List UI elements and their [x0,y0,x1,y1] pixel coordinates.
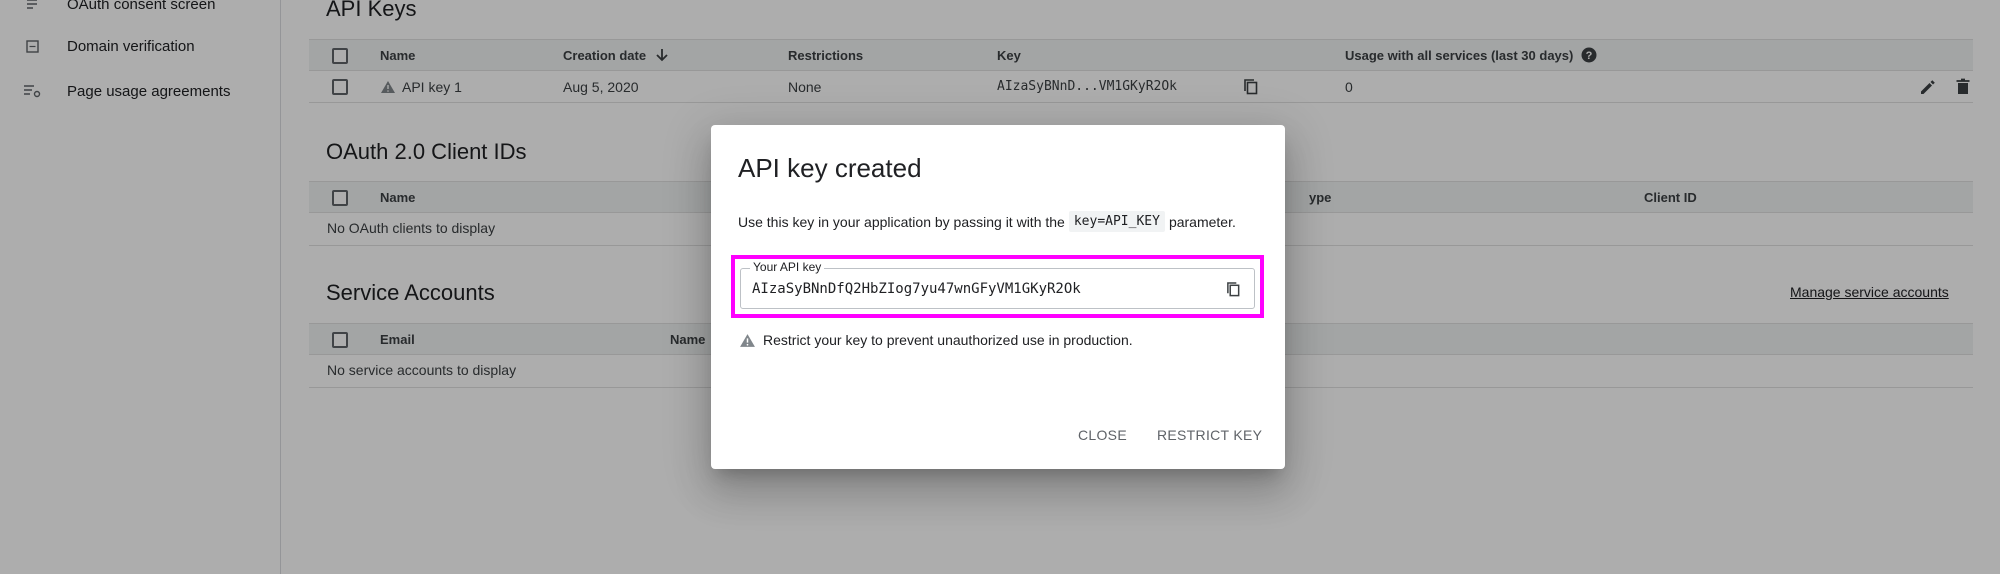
api-key-label: Your API key [750,260,825,274]
key-param-code: key=API_KEY [1068,211,1165,232]
dialog-description-text: Use this key in your application by pass… [738,213,1065,230]
dialog-description: Use this key in your application by pass… [738,211,1236,232]
warning-icon [739,332,757,348]
restrict-key-button[interactable]: RESTRICT KEY [1149,421,1270,449]
api-key-field[interactable]: Your API key AIzaSyBNnDfQ2HbZIog7yu47wnG… [740,260,1255,309]
dialog-title: API key created [738,153,922,183]
close-button[interactable]: CLOSE [1070,421,1135,449]
restrict-warning: Restrict your key to prevent unauthorize… [739,332,1133,348]
copy-icon [1226,281,1239,296]
copy-api-key-button[interactable] [1222,278,1244,300]
api-key-value[interactable]: AIzaSyBNnDfQ2HbZIog7yu47wnGFyVM1GKyR2Ok [752,281,1081,297]
dialog-description-suffix: parameter. [1168,213,1236,230]
api-key-created-dialog: API key created Use this key in your app… [711,125,1285,469]
restrict-warning-text: Restrict your key to prevent unauthorize… [763,332,1133,348]
